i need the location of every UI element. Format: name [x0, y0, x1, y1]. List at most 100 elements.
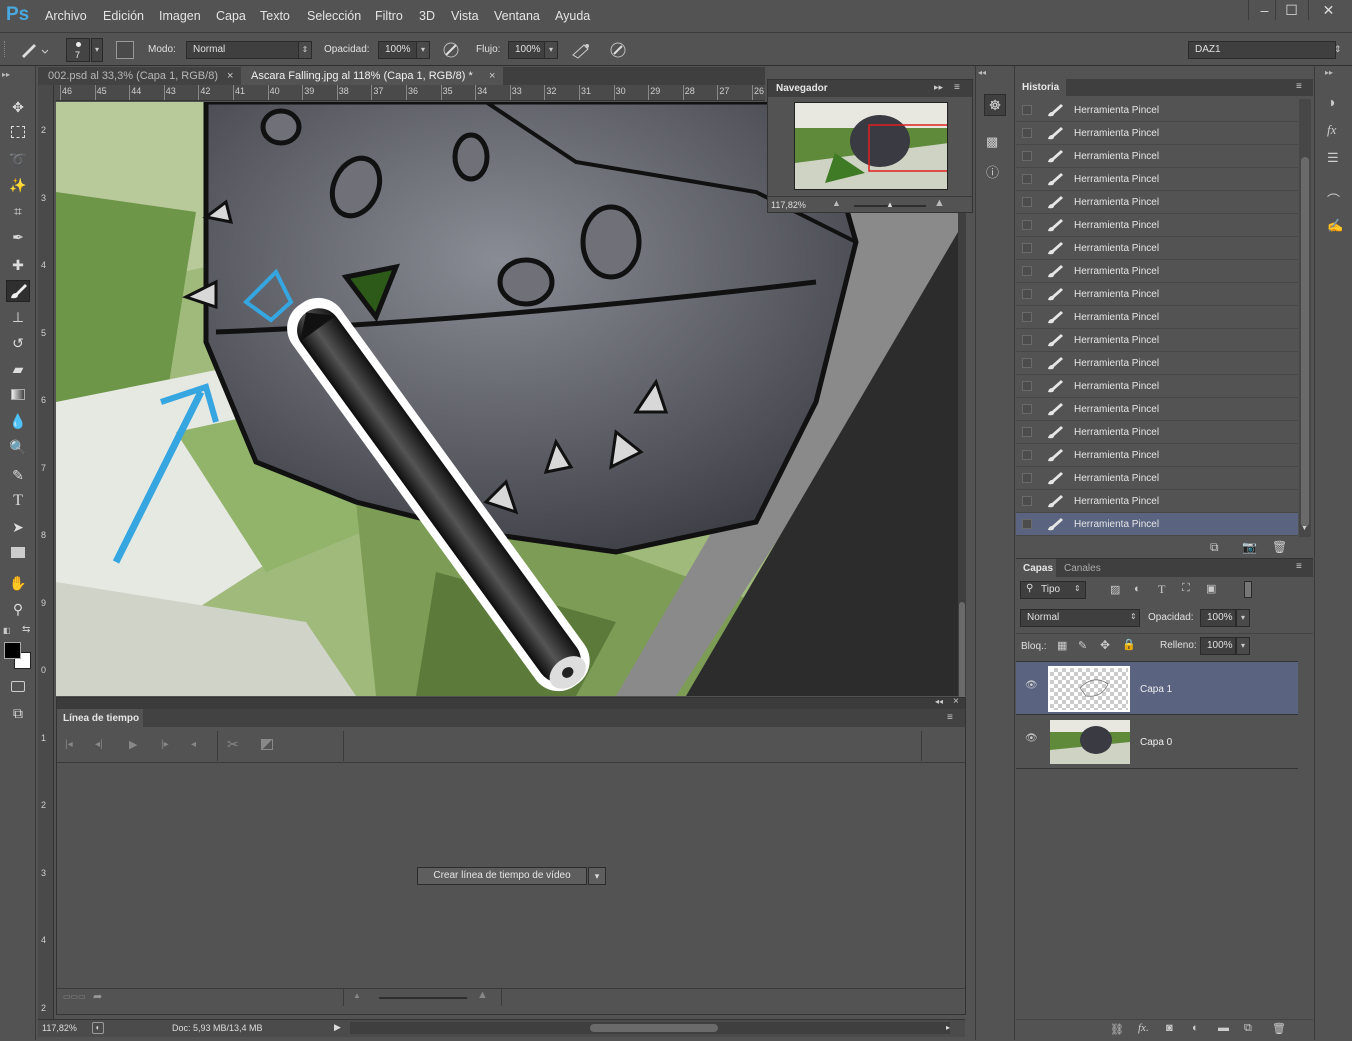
- fill-input[interactable]: 100%: [1200, 637, 1236, 655]
- timeline-zoom-slider[interactable]: [379, 997, 467, 999]
- panel-menu-icon[interactable]: ≡: [1296, 561, 1302, 572]
- timeline-zoom-out-icon[interactable]: ▲: [353, 991, 361, 1000]
- lasso-tool-icon[interactable]: ➰: [6, 148, 30, 170]
- close-button[interactable]: ✕: [1308, 0, 1348, 20]
- eyedropper-tool-icon[interactable]: ✒: [6, 226, 30, 248]
- link-layers-icon[interactable]: ⛓: [1110, 1023, 1124, 1036]
- healing-brush-tool-icon[interactable]: ✚: [6, 254, 30, 276]
- history-state[interactable]: Herramienta Pincel: [1016, 421, 1298, 444]
- filter-toggle-switch[interactable]: [1244, 581, 1252, 598]
- layer-opacity-dropdown-icon[interactable]: ▾: [1236, 609, 1250, 627]
- panel-menu-icon[interactable]: ≡: [1296, 81, 1302, 92]
- brush-size-picker[interactable]: 7: [66, 38, 90, 62]
- tab-canales[interactable]: Canales: [1064, 563, 1101, 574]
- snapshot-source-checkbox[interactable]: [1022, 105, 1032, 115]
- gradient-tool-icon[interactable]: [6, 384, 30, 406]
- swap-colors-icon[interactable]: ⇆: [22, 624, 30, 635]
- tab-002-psd[interactable]: 002.psd al 33,3% (Capa 1, RGB/8) ×: [38, 67, 241, 85]
- panel-menu-icon[interactable]: ≡: [954, 82, 960, 93]
- timeline-zoom-in-icon[interactable]: ▲: [477, 989, 488, 1001]
- layer-style-icon[interactable]: fx.: [1138, 1022, 1149, 1034]
- snapshot-source-checkbox[interactable]: [1022, 381, 1032, 391]
- hand-tool-icon[interactable]: ✋: [6, 572, 30, 594]
- zoom-tool-icon[interactable]: ⚲: [6, 598, 30, 620]
- layer-name[interactable]: Capa 1: [1140, 684, 1172, 695]
- workspace-dropdown-icon[interactable]: ⇕: [1334, 44, 1342, 55]
- new-document-from-state-icon[interactable]: ⧉: [1210, 540, 1219, 555]
- brush-panel-toggle-icon[interactable]: [116, 41, 134, 59]
- new-group-icon[interactable]: ▬: [1218, 1022, 1229, 1034]
- screen-mode-icon[interactable]: ⧉: [6, 702, 30, 724]
- mode-select[interactable]: Normal: [186, 41, 300, 59]
- first-frame-icon[interactable]: |◂: [65, 739, 73, 750]
- blur-tool-icon[interactable]: 💧: [6, 410, 30, 432]
- workspace-select[interactable]: DAZ1: [1188, 41, 1336, 59]
- scrollbar-thumb[interactable]: [1301, 157, 1309, 527]
- play-icon[interactable]: ▶: [129, 738, 137, 751]
- type-tool-icon[interactable]: T: [6, 490, 30, 512]
- convert-icon[interactable]: ➦: [93, 990, 102, 1003]
- timeline-mode-dropdown[interactable]: ▾: [588, 867, 606, 885]
- close-tab-icon[interactable]: ×: [227, 67, 233, 85]
- opacity-input[interactable]: 100%: [378, 41, 418, 59]
- tab-ascara-falling[interactable]: Ascara Falling.jpg al 118% (Capa 1, RGB/…: [241, 67, 503, 85]
- zoom-in-icon[interactable]: ▲: [934, 197, 945, 209]
- snapshot-source-checkbox[interactable]: [1022, 174, 1032, 184]
- path-selection-tool-icon[interactable]: ➤: [6, 516, 30, 538]
- history-state[interactable]: Herramienta Pincel: [1016, 329, 1298, 352]
- history-state[interactable]: Herramienta Pincel: [1016, 513, 1298, 536]
- status-zoom[interactable]: 117,82%: [42, 1023, 77, 1033]
- history-state[interactable]: Herramienta Pincel: [1016, 306, 1298, 329]
- history-state[interactable]: Herramienta Pincel: [1016, 122, 1298, 145]
- zoom-out-icon[interactable]: ▲: [832, 198, 841, 208]
- pressure-size-icon[interactable]: [608, 41, 628, 59]
- tab-capas[interactable]: Capas: [1016, 559, 1056, 577]
- history-state[interactable]: Herramienta Pincel: [1016, 237, 1298, 260]
- new-snapshot-icon[interactable]: 📷: [1242, 540, 1257, 554]
- transition-icon[interactable]: [261, 739, 273, 750]
- filter-smart-object-icon[interactable]: ▣: [1206, 582, 1216, 595]
- scroll-right-icon[interactable]: ▸: [946, 1023, 950, 1032]
- lock-all-icon[interactable]: 🔒: [1122, 638, 1136, 651]
- create-video-timeline-button[interactable]: Crear línea de tiempo de vídeo: [417, 867, 587, 885]
- filter-shape-icon[interactable]: ⛶: [1182, 582, 1190, 595]
- navigator-zoom-value[interactable]: 117,82%: [771, 200, 806, 210]
- quick-mask-icon[interactable]: [6, 676, 30, 698]
- clone-stamp-tool-icon[interactable]: ⊥: [6, 306, 30, 328]
- snapshot-source-checkbox[interactable]: [1022, 312, 1032, 322]
- maximize-button[interactable]: ☐: [1275, 0, 1307, 20]
- menu-archivo[interactable]: Archivo: [45, 9, 87, 23]
- menu-edicion[interactable]: Edición: [103, 9, 144, 23]
- zoom-slider-handle[interactable]: ▲: [886, 200, 894, 209]
- snapshot-source-checkbox[interactable]: [1022, 197, 1032, 207]
- panel-menu-icon[interactable]: ≡: [947, 712, 953, 723]
- snapshot-source-checkbox[interactable]: [1022, 473, 1032, 483]
- crop-tool-icon[interactable]: ⌗: [6, 200, 30, 222]
- delete-layer-icon[interactable]: 🗑: [1272, 1022, 1286, 1035]
- pressure-opacity-icon[interactable]: [441, 41, 461, 59]
- flow-dropdown-icon[interactable]: ▾: [544, 41, 558, 59]
- default-colors-icon[interactable]: ◧: [3, 626, 11, 635]
- menu-ventana[interactable]: Ventana: [494, 9, 540, 23]
- layer-name[interactable]: Capa 0: [1140, 737, 1172, 748]
- scrollbar-thumb[interactable]: [590, 1024, 718, 1032]
- layer-row-capa-0[interactable]: 👁 Capa 0: [1016, 715, 1298, 769]
- history-state[interactable]: Herramienta Pincel: [1016, 145, 1298, 168]
- eraser-tool-icon[interactable]: ▰: [6, 358, 30, 380]
- close-tab-icon[interactable]: ×: [489, 67, 495, 85]
- history-state[interactable]: Herramienta Pincel: [1016, 490, 1298, 513]
- snapshot-source-checkbox[interactable]: [1022, 151, 1032, 161]
- marquee-tool-icon[interactable]: [6, 122, 30, 144]
- brush-size-dropdown[interactable]: ▾: [91, 38, 103, 62]
- move-tool-icon[interactable]: ✥: [6, 96, 30, 118]
- snapshot-source-checkbox[interactable]: [1022, 243, 1032, 253]
- split-clip-icon[interactable]: ✂: [227, 736, 239, 753]
- brush-tool-preset-icon[interactable]: [18, 40, 48, 60]
- menu-texto[interactable]: Texto: [260, 9, 290, 23]
- snapshot-source-checkbox[interactable]: [1022, 335, 1032, 345]
- history-tab[interactable]: Historia: [1016, 79, 1066, 96]
- properties-panel-icon[interactable]: ☰: [1327, 150, 1339, 166]
- history-state[interactable]: Herramienta Pincel: [1016, 467, 1298, 490]
- brush-tool-icon[interactable]: [6, 280, 30, 302]
- magic-wand-tool-icon[interactable]: ✨: [6, 174, 30, 196]
